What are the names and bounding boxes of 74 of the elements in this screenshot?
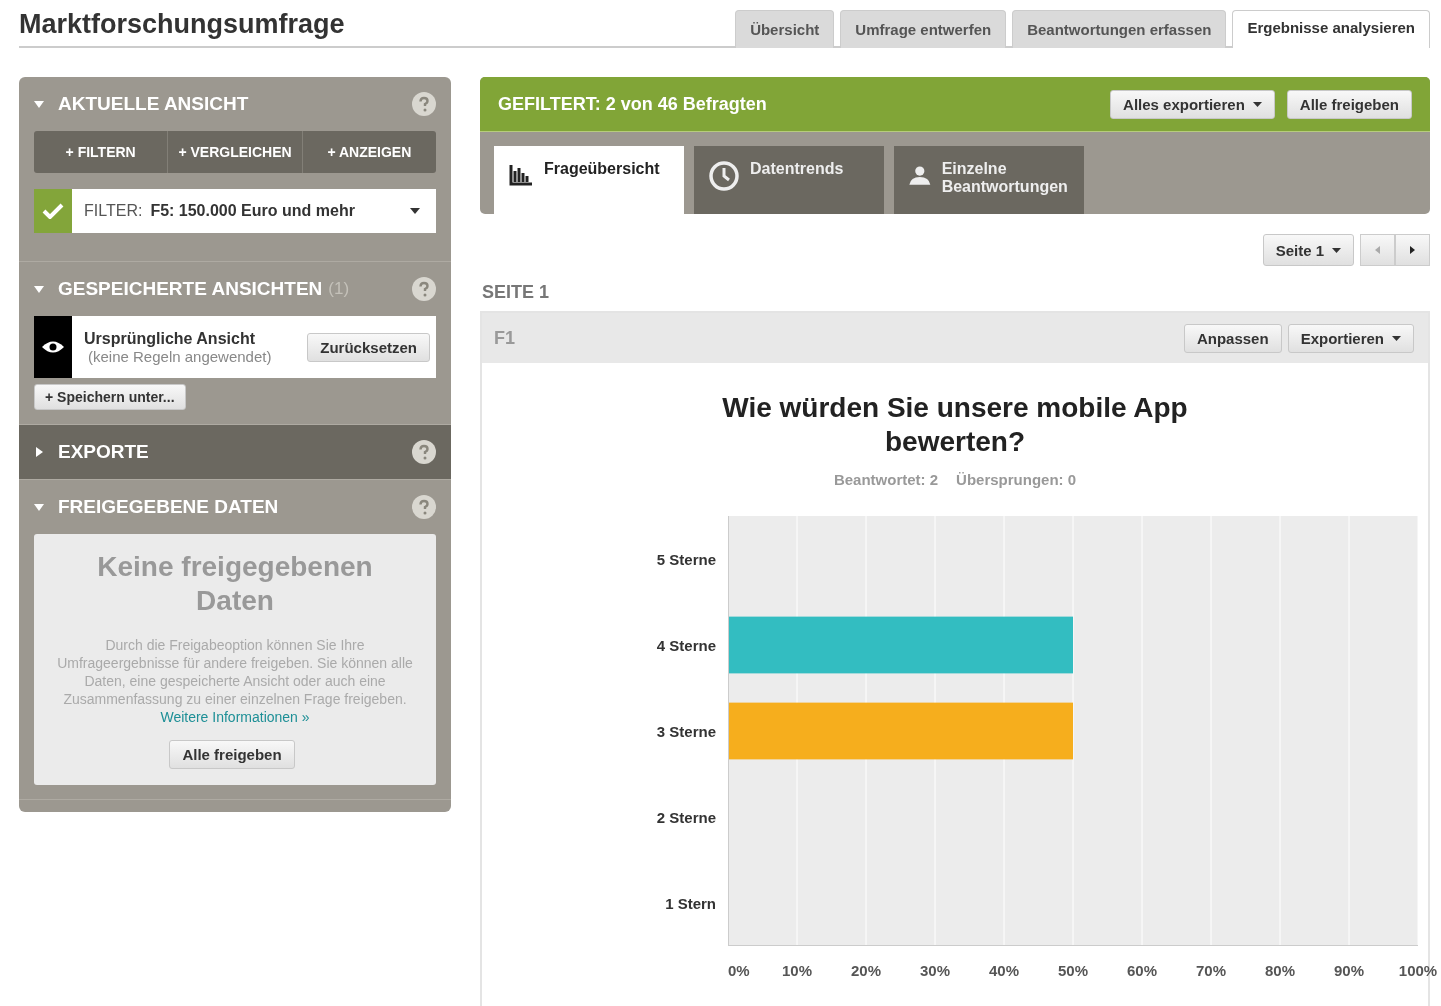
nav-tab[interactable]: Übersicht: [735, 10, 835, 48]
axis-label: 60%: [1127, 962, 1157, 979]
banner-button[interactable]: Alles exportieren: [1110, 89, 1275, 119]
help-icon[interactable]: [412, 495, 436, 519]
axis-label: 10%: [782, 962, 812, 979]
caret-icon: [1332, 247, 1341, 253]
view-tab[interactable]: Frageübersicht: [494, 146, 684, 214]
section-title[interactable]: AKTUELLE ANSICHT: [58, 93, 249, 115]
question-title: Wie würden Sie unsere mobile App bewerten?: [721, 391, 1189, 459]
caret-icon: [410, 208, 420, 214]
filter-value: F5: 150.000 Euro und mehr: [150, 202, 355, 220]
answered-count: Beantwortet: 2: [833, 471, 939, 488]
help-icon[interactable]: [412, 277, 436, 301]
nav-tab[interactable]: Beantwortungen erfassen: [1012, 10, 1227, 48]
nav-tab[interactable]: Umfrage entwerfen: [840, 10, 1007, 48]
axis-label: 5 Sterne: [656, 549, 716, 570]
page-label: SEITE 1: [482, 282, 551, 303]
skipped-count: Übersprungen: 0: [956, 471, 1077, 488]
caret-icon: [1252, 101, 1262, 107]
share-all-button[interactable]: Alle freigeben: [169, 740, 295, 769]
axis-label: 3 Sterne: [656, 721, 716, 742]
more-info-link[interactable]: Weitere Informationen »: [160, 709, 310, 725]
section-title[interactable]: GESPEICHERTE ANSICHTEN: [58, 278, 323, 300]
previous-page-button[interactable]: [1360, 234, 1395, 266]
filter-label: FILTER:: [84, 202, 143, 220]
action-button[interactable]: + VERGLEICHEN: [168, 131, 303, 173]
eye-icon: [34, 316, 72, 378]
axis-label: 1 Stern: [665, 893, 716, 914]
help-icon[interactable]: [412, 92, 436, 116]
reset-button[interactable]: Zurücksetzen: [307, 332, 430, 362]
empty-state-text: Durch die Freigabeoption können Sie Ihre Umfrageergebnisse für andere freigeben. Sie können alle Daten, eine gespeicherte Ansicht oder auch eine Zusammenfassung zu einer einzelnen Frage freigeben. Weitere Informationen »: [56, 636, 414, 726]
collapsed-triangle-icon[interactable]: [34, 447, 44, 457]
caret-icon: [1392, 335, 1401, 341]
next-page-button[interactable]: [1395, 234, 1430, 266]
axis-label: 70%: [1196, 962, 1226, 979]
question-id: F1: [494, 327, 516, 349]
left-arrow-icon: [1375, 246, 1380, 254]
expanded-triangle-icon[interactable]: [34, 99, 44, 109]
axis-label: 100%: [1398, 962, 1438, 979]
axis-label: 4 Sterne: [656, 635, 716, 656]
save-as-button[interactable]: + Speichern unter...: [34, 384, 186, 410]
expanded-triangle-icon[interactable]: [34, 502, 44, 512]
axis-label: 30%: [920, 962, 950, 979]
checkmark-icon: [42, 203, 64, 219]
section-title[interactable]: EXPORTE: [58, 441, 149, 463]
question-button[interactable]: Exportieren: [1287, 323, 1414, 353]
saved-view-card[interactable]: Ursprüngliche Ansicht (keine Regeln angewendet) Zurücksetzen: [34, 316, 436, 378]
question-button[interactable]: Anpassen: [1183, 323, 1282, 353]
page-dropdown[interactable]: Seite 1: [1262, 234, 1354, 266]
empty-state-title: Keine freigegebenen Daten: [96, 550, 374, 618]
expanded-triangle-icon[interactable]: [34, 284, 44, 294]
filter-dropdown[interactable]: FILTER: F5: 150.000 Euro und mehr: [34, 189, 436, 233]
section-title[interactable]: FREIGEGEBENE DATEN: [58, 496, 279, 518]
view-note: (keine Regeln angewendet): [88, 347, 273, 365]
help-icon[interactable]: [412, 440, 436, 464]
banner-button[interactable]: Alle freigeben: [1286, 89, 1412, 119]
clock-icon: [708, 160, 740, 192]
view-tab[interactable]: Datentrends: [694, 146, 884, 214]
axis-label: 40%: [989, 962, 1019, 979]
page-title: Marktforschungsumfrage: [19, 9, 345, 40]
view-name: Ursprüngliche Ansicht: [84, 329, 256, 348]
action-button[interactable]: + ANZEIGEN: [302, 131, 436, 173]
right-arrow-icon: [1410, 246, 1415, 254]
filter-status: GEFILTERT: 2 von 46 Befragten: [498, 93, 768, 115]
axis-label: 0%: [728, 962, 750, 979]
nav-tab[interactable]: Ergebnisse analysieren: [1232, 10, 1430, 48]
action-button[interactable]: + FILTERN: [34, 131, 169, 173]
view-tab[interactable]: Einzelne Beantwortungen: [894, 146, 1084, 214]
axis-label: 80%: [1265, 962, 1295, 979]
axis-label: 2 Sterne: [656, 807, 716, 828]
axis-label: 90%: [1334, 962, 1364, 979]
filter-checkbox[interactable]: [34, 189, 72, 233]
axis-label: 20%: [851, 962, 881, 979]
axis-label: 50%: [1058, 962, 1088, 979]
